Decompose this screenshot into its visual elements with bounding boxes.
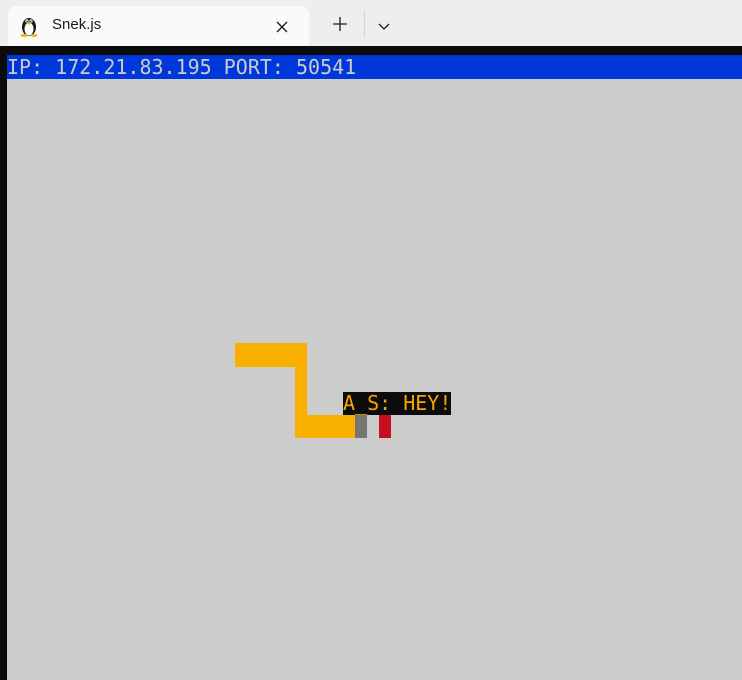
terminal-window[interactable]: IP: 172.21.83.195 PORT: 50541 A_S: HEY! bbox=[0, 46, 742, 680]
title-bar: Snek.js bbox=[0, 0, 742, 46]
snake-segment bbox=[295, 415, 355, 438]
snake-segment bbox=[235, 343, 307, 367]
tux-penguin-icon bbox=[19, 15, 39, 37]
connection-status-bar: IP: 172.21.83.195 PORT: 50541 bbox=[7, 55, 742, 79]
plus-icon bbox=[333, 16, 347, 35]
player-name-label: A_S: HEY! bbox=[343, 391, 452, 415]
tab-divider bbox=[364, 10, 365, 38]
close-icon[interactable] bbox=[272, 17, 292, 37]
new-tab-button[interactable] bbox=[322, 10, 358, 40]
tab-title: Snek.js bbox=[52, 16, 102, 33]
tab-dropdown-button[interactable] bbox=[366, 10, 402, 40]
snake-segment bbox=[295, 367, 307, 415]
chevron-down-icon bbox=[378, 16, 390, 35]
gray-block bbox=[355, 415, 367, 438]
red-food bbox=[379, 415, 391, 438]
tab-snek[interactable]: Snek.js bbox=[8, 6, 309, 46]
game-board: IP: 172.21.83.195 PORT: 50541 A_S: HEY! bbox=[7, 55, 742, 680]
